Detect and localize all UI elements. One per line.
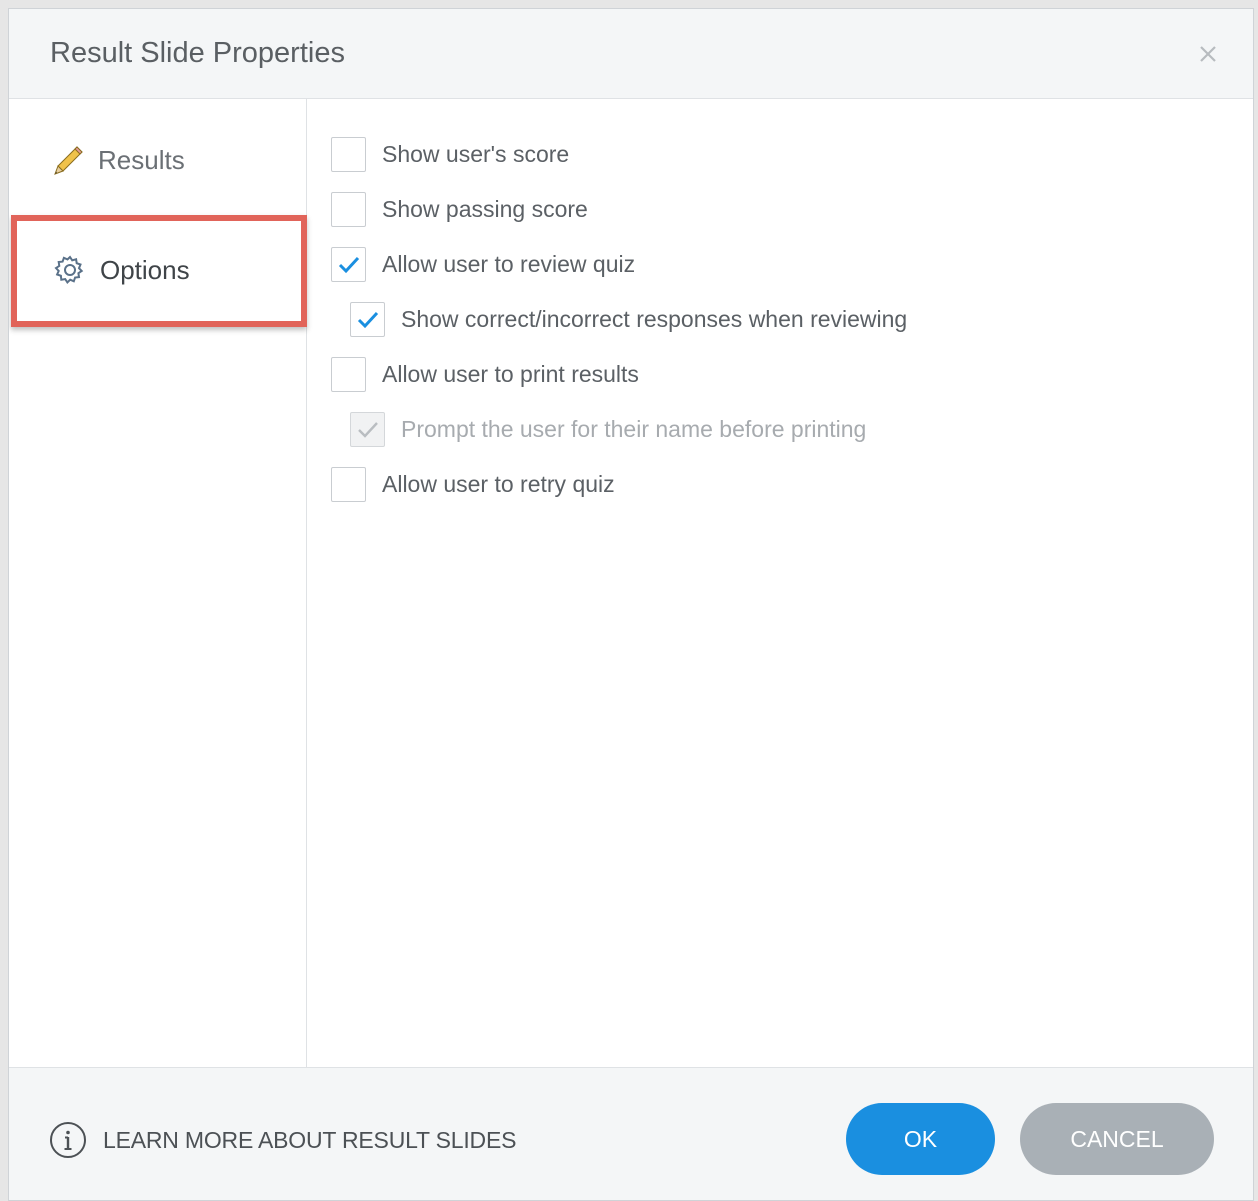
learn-more-label: LEARN MORE ABOUT RESULT SLIDES [103,1126,517,1153]
checkbox[interactable] [331,191,366,227]
option-label: Allow user to print results [382,360,639,387]
checkmark-icon [358,421,378,438]
option-show-passing-score[interactable]: Show passing score [331,191,588,227]
cancel-button[interactable]: CANCEL [1020,1103,1214,1175]
sidebar-item-label: Options [100,255,190,285]
learn-more-link[interactable]: LEARN MORE ABOUT RESULT SLIDES [49,1120,516,1160]
checkbox[interactable] [350,301,385,337]
option-allow-print-results[interactable]: Allow user to print results [331,356,639,392]
option-label: Allow user to review quiz [382,250,636,277]
ok-button[interactable]: OK [846,1103,995,1175]
checkbox[interactable] [331,356,366,392]
sidebar-item-results[interactable]: Results [9,115,307,205]
sidebar-item-options[interactable]: Options [11,215,307,327]
checkbox[interactable] [331,466,366,502]
checkbox [350,411,385,447]
option-label: Prompt the user for their name before pr… [401,415,867,442]
gear-icon [53,253,87,287]
sidebar-item-label: Results [98,145,185,175]
option-allow-review-quiz[interactable]: Allow user to review quiz [331,246,635,282]
sidebar: Results Options [9,99,307,1067]
close-icon[interactable] [1191,37,1225,71]
option-show-correct-incorrect[interactable]: Show correct/incorrect responses when re… [350,301,907,337]
dialog-title: Result Slide Properties [50,37,345,69]
option-label: Show passing score [382,195,588,222]
option-label: Show correct/incorrect responses when re… [401,305,908,332]
option-label: Allow user to retry quiz [382,470,615,497]
result-slide-properties-dialog: Result Slide Properties Results Options … [8,8,1254,1201]
option-label: Show user's score [382,140,570,167]
option-show-users-score[interactable]: Show user's score [331,136,569,172]
checkbox[interactable] [331,246,366,282]
checkbox[interactable] [331,136,366,172]
pencil-icon [51,143,85,177]
option-allow-retry-quiz[interactable]: Allow user to retry quiz [331,466,615,502]
dialog-titlebar: Result Slide Properties [9,9,1253,99]
dialog-footer: LEARN MORE ABOUT RESULT SLIDES OK CANCEL [9,1067,1253,1200]
info-icon [49,1121,87,1159]
options-panel: Show user's score Show passing score All… [307,99,1253,1067]
checkmark-icon [338,256,360,273]
option-prompt-name-before-printing: Prompt the user for their name before pr… [350,411,866,447]
checkmark-icon [357,311,379,328]
